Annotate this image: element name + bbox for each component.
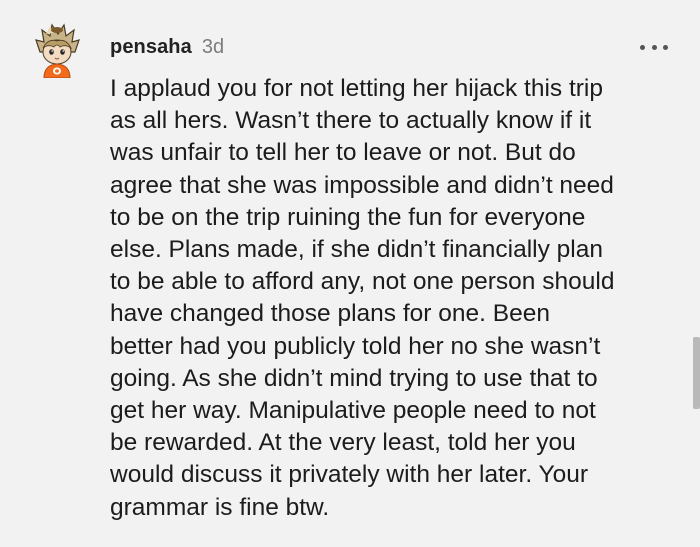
comment-line: get her way. Manipulative people need to… — [110, 397, 596, 425]
comment-line: to be able to afford any, not one person… — [110, 268, 615, 296]
comment-line: as all hers. Wasn’t there to actually kn… — [110, 107, 592, 135]
more-options-icon[interactable] — [640, 40, 668, 54]
comment-line: have changed those plans for one. Been — [110, 300, 550, 328]
comment-line: I applaud you for not letting her hijack… — [110, 75, 604, 102]
comment-header: pensaha 3d — [110, 36, 224, 62]
avatar-illustration — [35, 23, 80, 79]
avatar-icon[interactable] — [32, 22, 82, 79]
comment-line: agree that she was impossible and didn’t… — [110, 171, 614, 199]
comment-line: better had you publicly told her no she … — [110, 332, 601, 360]
comment-line: else. Plans made, if she didn’t financia… — [110, 236, 604, 264]
more-dot — [640, 44, 645, 50]
scrollbar-thumb[interactable] — [693, 337, 700, 409]
comment: pensaha 3d I applaud you for not letting… — [0, 0, 700, 547]
comment-line: to be on the trip ruining the fun for ev… — [110, 203, 586, 231]
more-dot — [651, 44, 657, 50]
more-dot — [663, 44, 668, 50]
comment-line: going. As she didn’t mind trying to use … — [110, 364, 598, 392]
comment-body: I applaud you for not letting her hijack… — [110, 73, 680, 524]
comment-line: grammar is fine btw. — [110, 493, 330, 521]
comment-line: was unfair to tell her to leave or not. … — [110, 139, 576, 167]
comment-line: be rewarded. At the very least, told her… — [110, 429, 576, 457]
comment-timestamp: 3d — [201, 36, 225, 58]
username-link[interactable]: pensaha — [110, 36, 192, 59]
comment-line: would discuss it privately with her late… — [110, 461, 588, 489]
